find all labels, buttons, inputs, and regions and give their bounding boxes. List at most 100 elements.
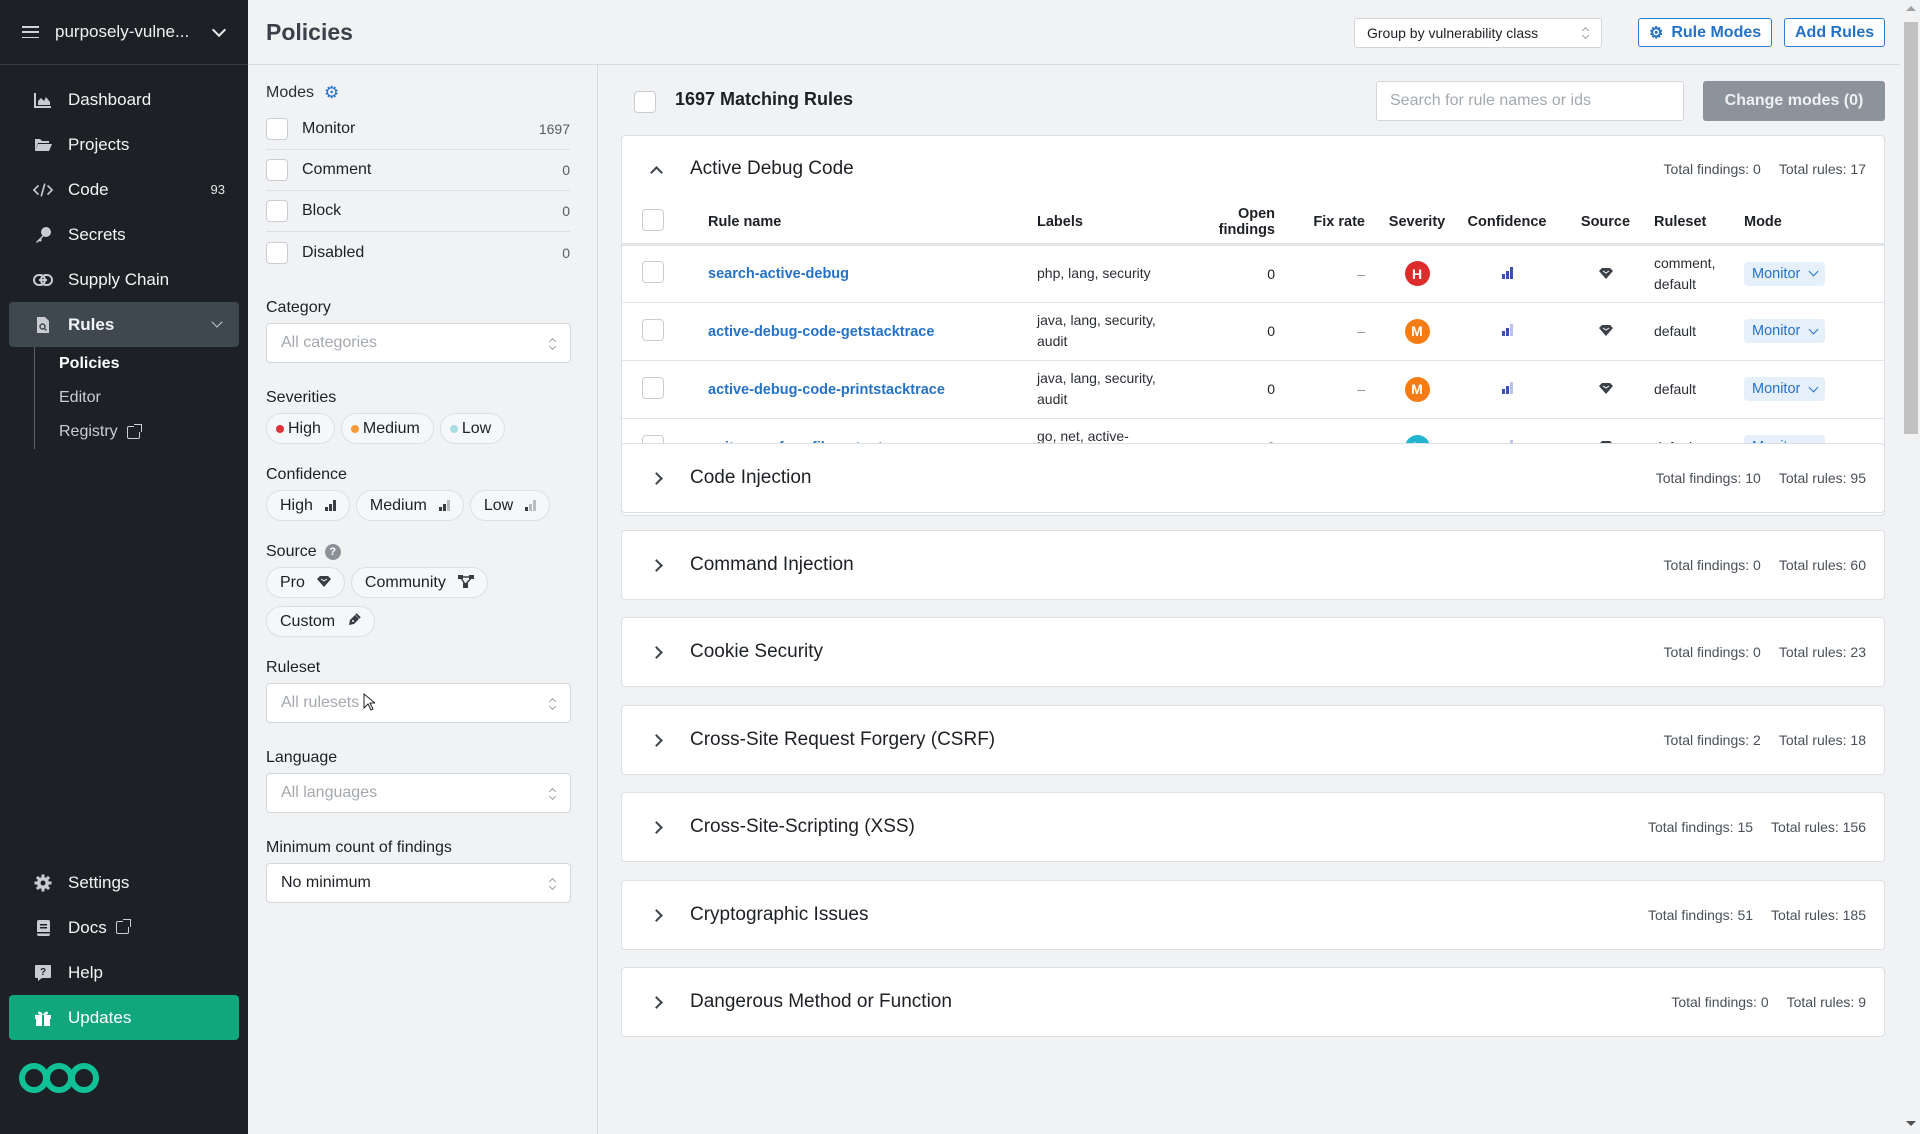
row-checkbox[interactable] — [642, 376, 664, 399]
confidence-cell — [1457, 302, 1557, 361]
group-header[interactable]: Command Injection Total findings: 0 Tota… — [622, 531, 1884, 599]
category-select[interactable]: All categories — [266, 323, 571, 363]
chevron-right-icon[interactable] — [650, 471, 663, 485]
nav-item-rules[interactable]: Rules — [9, 302, 239, 347]
change-modes-button[interactable]: Change modes (0) — [1703, 81, 1885, 121]
community-icon — [457, 574, 474, 591]
chevron-right-icon[interactable] — [650, 908, 663, 922]
header-checkbox-cell — [622, 202, 708, 246]
group-stats: Total findings: 0 Total rules: 23 — [1664, 644, 1866, 660]
add-rules-button[interactable]: Add Rules — [1784, 18, 1886, 47]
group-header[interactable]: Code Injection Total findings: 10 Total … — [622, 444, 1884, 512]
row-checkbox[interactable] — [642, 318, 664, 341]
chevron-up-icon[interactable] — [650, 166, 663, 179]
rule-modes-button[interactable]: ⚙ Rule Modes — [1638, 18, 1773, 47]
chevron-right-icon[interactable] — [650, 645, 663, 659]
mode-dropdown[interactable]: Monitor — [1744, 261, 1826, 286]
col-open-findings[interactable]: Open findings — [1197, 202, 1287, 246]
mode-row-comment[interactable]: Comment 0 — [266, 150, 570, 191]
nav-item-help[interactable]: ? Help — [9, 950, 239, 995]
rules-table-body: search-active-debug php, lang, security … — [622, 244, 1884, 477]
rule-name-link[interactable]: active-debug-code-getstacktrace — [708, 324, 934, 340]
group-header[interactable]: Cryptographic Issues Total findings: 51 … — [622, 881, 1884, 949]
chevron-right-icon[interactable] — [650, 733, 663, 747]
group-header[interactable]: Cookie Security Total findings: 0 Total … — [622, 618, 1884, 686]
hamburger-menu-icon[interactable] — [22, 26, 39, 38]
mode-row-monitor[interactable]: Monitor 1697 — [266, 109, 570, 150]
chevron-down-icon[interactable] — [211, 22, 227, 37]
total-findings: Total findings: 0 — [1663, 161, 1761, 177]
select-all-checkbox[interactable] — [634, 91, 656, 113]
source-pill-community[interactable]: Community — [350, 567, 488, 598]
mode-count: 0 — [562, 203, 570, 219]
group-card: Dangerous Method or Function Total findi… — [621, 967, 1885, 1037]
mode-checkbox[interactable] — [266, 241, 288, 264]
org-switcher[interactable]: purposely-vulne... — [0, 0, 248, 65]
group-header[interactable]: Dangerous Method or Function Total findi… — [622, 968, 1884, 1036]
nav-item-projects[interactable]: Projects — [9, 122, 239, 167]
source-pill-custom[interactable]: Custom — [266, 606, 376, 637]
scrollbar-thumb[interactable] — [1904, 22, 1918, 434]
sidebar: purposely-vulne... Dashboard Projects Co… — [0, 0, 248, 1134]
nav-item-secrets[interactable]: Secrets — [9, 212, 239, 257]
col-confidence[interactable]: Confidence — [1457, 202, 1557, 246]
chevron-right-icon[interactable] — [650, 558, 663, 572]
nav-item-dashboard[interactable]: Dashboard — [9, 77, 239, 122]
rules-toolbar: 1697 Matching Rules Change modes (0) — [598, 65, 1900, 135]
select-arrows-icon — [549, 788, 556, 800]
mode-checkbox[interactable] — [266, 200, 288, 222]
rule-search-input[interactable] — [1376, 81, 1684, 121]
group-header[interactable]: Cross-Site-Scripting (XSS) Total finding… — [622, 793, 1884, 861]
help-icon[interactable]: ? — [324, 544, 341, 560]
confidence-pill-medium[interactable]: Medium — [355, 490, 464, 521]
semgrep-logo[interactable] — [18, 1062, 100, 1098]
col-rule-name[interactable]: Rule name — [708, 202, 1037, 246]
nav-item-updates[interactable]: Updates — [9, 995, 239, 1040]
gear-icon[interactable]: ⚙ — [324, 83, 339, 103]
nav-item-code[interactable]: Code 93 — [9, 167, 239, 212]
nav-item-docs[interactable]: Docs — [9, 905, 239, 950]
row-checkbox[interactable] — [642, 261, 664, 283]
ruleset-select[interactable]: All rulesets — [266, 683, 571, 723]
chart-area-icon — [33, 90, 53, 110]
min-findings-select[interactable]: No minimum — [266, 863, 571, 903]
mode-count: 0 — [562, 244, 570, 261]
source-pill-pro[interactable]: Pro — [266, 567, 345, 598]
rule-name-link[interactable]: active-debug-code-printstacktrace — [708, 382, 945, 398]
chevron-right-icon[interactable] — [650, 820, 663, 834]
mode-checkbox[interactable] — [266, 159, 288, 181]
subnav-item-policies[interactable]: Policies — [59, 347, 248, 381]
subnav-item-editor[interactable]: Editor — [59, 381, 248, 415]
total-findings: Total findings: 15 — [1647, 819, 1754, 835]
mode-checkbox[interactable] — [266, 118, 288, 140]
mode-row-disabled[interactable]: Disabled 0 — [266, 232, 570, 273]
chevron-right-icon[interactable] — [650, 995, 663, 1009]
confidence-pill-high[interactable]: High — [266, 490, 350, 521]
mode-dropdown[interactable]: Monitor — [1744, 319, 1826, 343]
row-checkbox-cell — [622, 244, 708, 303]
severity-pill-high[interactable]: High — [266, 413, 335, 444]
gem-icon — [316, 575, 331, 590]
fix-rate-cell: – — [1287, 244, 1377, 303]
subnav-item-registry[interactable]: Registry — [59, 415, 248, 449]
mode-row-block[interactable]: Block 0 — [266, 191, 570, 232]
mode-dropdown[interactable]: Monitor — [1744, 377, 1826, 401]
col-severity[interactable]: Severity — [1377, 202, 1457, 246]
language-select[interactable]: All languages — [266, 773, 571, 813]
page-scrollbar[interactable] — [1900, 0, 1920, 1134]
group-header[interactable]: Cross-Site Request Forgery (CSRF) Total … — [622, 706, 1884, 774]
scroll-up-arrow-icon[interactable] — [1906, 6, 1916, 11]
rule-name-link[interactable]: search-active-debug — [708, 266, 849, 282]
confidence-pill-low[interactable]: Low — [469, 490, 551, 521]
col-fix-rate[interactable]: Fix rate — [1287, 202, 1377, 246]
nav-item-settings[interactable]: Settings — [9, 860, 239, 905]
select-group-checkbox[interactable] — [642, 209, 664, 232]
group-stats: Total findings: 51 Total rules: 185 — [1648, 907, 1866, 923]
signal-bars-icon — [525, 500, 537, 511]
severity-pill-medium[interactable]: Medium — [340, 413, 434, 444]
scroll-down-arrow-icon[interactable] — [1906, 1121, 1916, 1126]
group-header[interactable]: Active Debug Code Total findings: 0 Tota… — [622, 136, 1884, 202]
group-by-select[interactable]: Group by vulnerability class — [1354, 18, 1602, 48]
severity-pill-low[interactable]: Low — [439, 413, 506, 444]
nav-item-supply-chain[interactable]: Supply Chain — [9, 257, 239, 302]
